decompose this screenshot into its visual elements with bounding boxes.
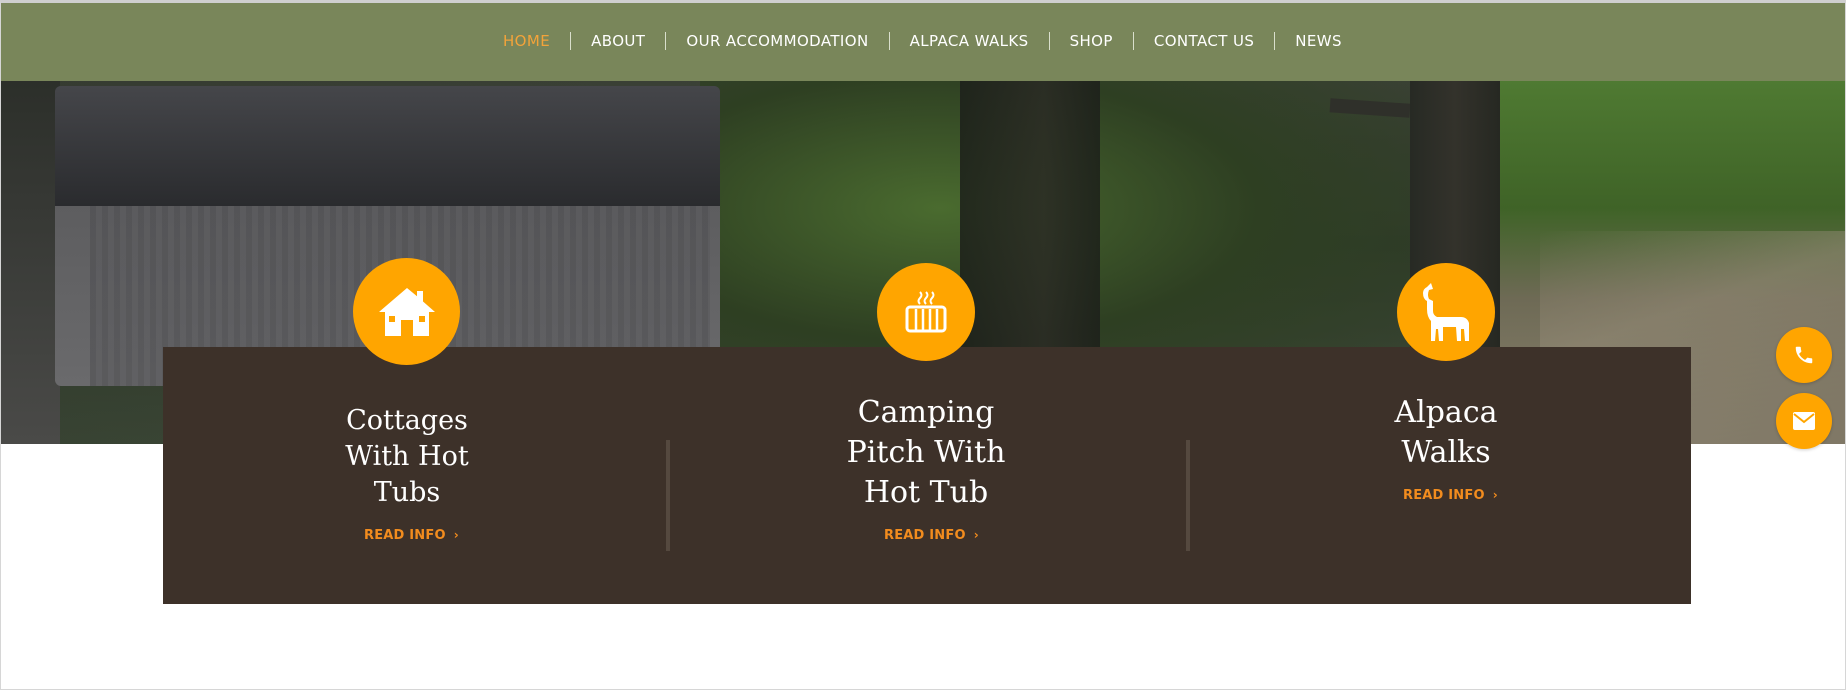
read-info-link-alpaca[interactable]: READ INFO › (1403, 488, 1498, 503)
house-icon-circle[interactable] (353, 258, 460, 365)
phone-icon (1795, 346, 1813, 364)
hero-hot-tub-lid (55, 86, 720, 206)
card-title-camping[interactable]: Camping Pitch With Hot Tub (831, 393, 1021, 513)
read-info-label: READ INFO (364, 528, 446, 543)
house-icon (378, 287, 435, 336)
card-title-cottages[interactable]: Cottages With Hot Tubs (323, 403, 491, 511)
nav-item-shop[interactable]: SHOP (1050, 32, 1133, 50)
hot-tub-icon (905, 291, 947, 333)
read-info-label: READ INFO (884, 528, 966, 543)
hero-left-shadow (0, 81, 60, 444)
phone-button[interactable] (1776, 327, 1832, 383)
nav-item-home[interactable]: HOME (483, 32, 570, 50)
alpaca-icon-circle[interactable] (1397, 263, 1495, 361)
read-info-link-cottages[interactable]: READ INFO › (364, 528, 459, 543)
nav-menu: HOME ABOUT OUR ACCOMMODATION ALPACA WALK… (483, 0, 1362, 81)
nav-item-contact-us[interactable]: CONTACT US (1134, 32, 1274, 50)
panel-divider (666, 440, 670, 551)
chevron-right-icon: › (1492, 488, 1498, 502)
card-title-alpaca[interactable]: Alpaca Walks (1353, 393, 1539, 473)
chevron-right-icon: › (453, 528, 459, 542)
chevron-right-icon: › (973, 528, 979, 542)
email-button[interactable] (1776, 393, 1832, 449)
main-navigation: HOME ABOUT OUR ACCOMMODATION ALPACA WALK… (0, 0, 1846, 81)
nav-item-news[interactable]: NEWS (1275, 32, 1362, 50)
nav-item-our-accommodation[interactable]: OUR ACCOMMODATION (666, 32, 888, 50)
hot-tub-icon-circle[interactable] (877, 263, 975, 361)
envelope-icon (1793, 412, 1815, 430)
nav-item-alpaca-walks[interactable]: ALPACA WALKS (890, 32, 1049, 50)
read-info-link-camping[interactable]: READ INFO › (884, 528, 979, 543)
nav-item-about[interactable]: ABOUT (571, 32, 665, 50)
panel-divider (1186, 440, 1190, 551)
alpaca-icon (1423, 283, 1469, 341)
read-info-label: READ INFO (1403, 488, 1485, 503)
